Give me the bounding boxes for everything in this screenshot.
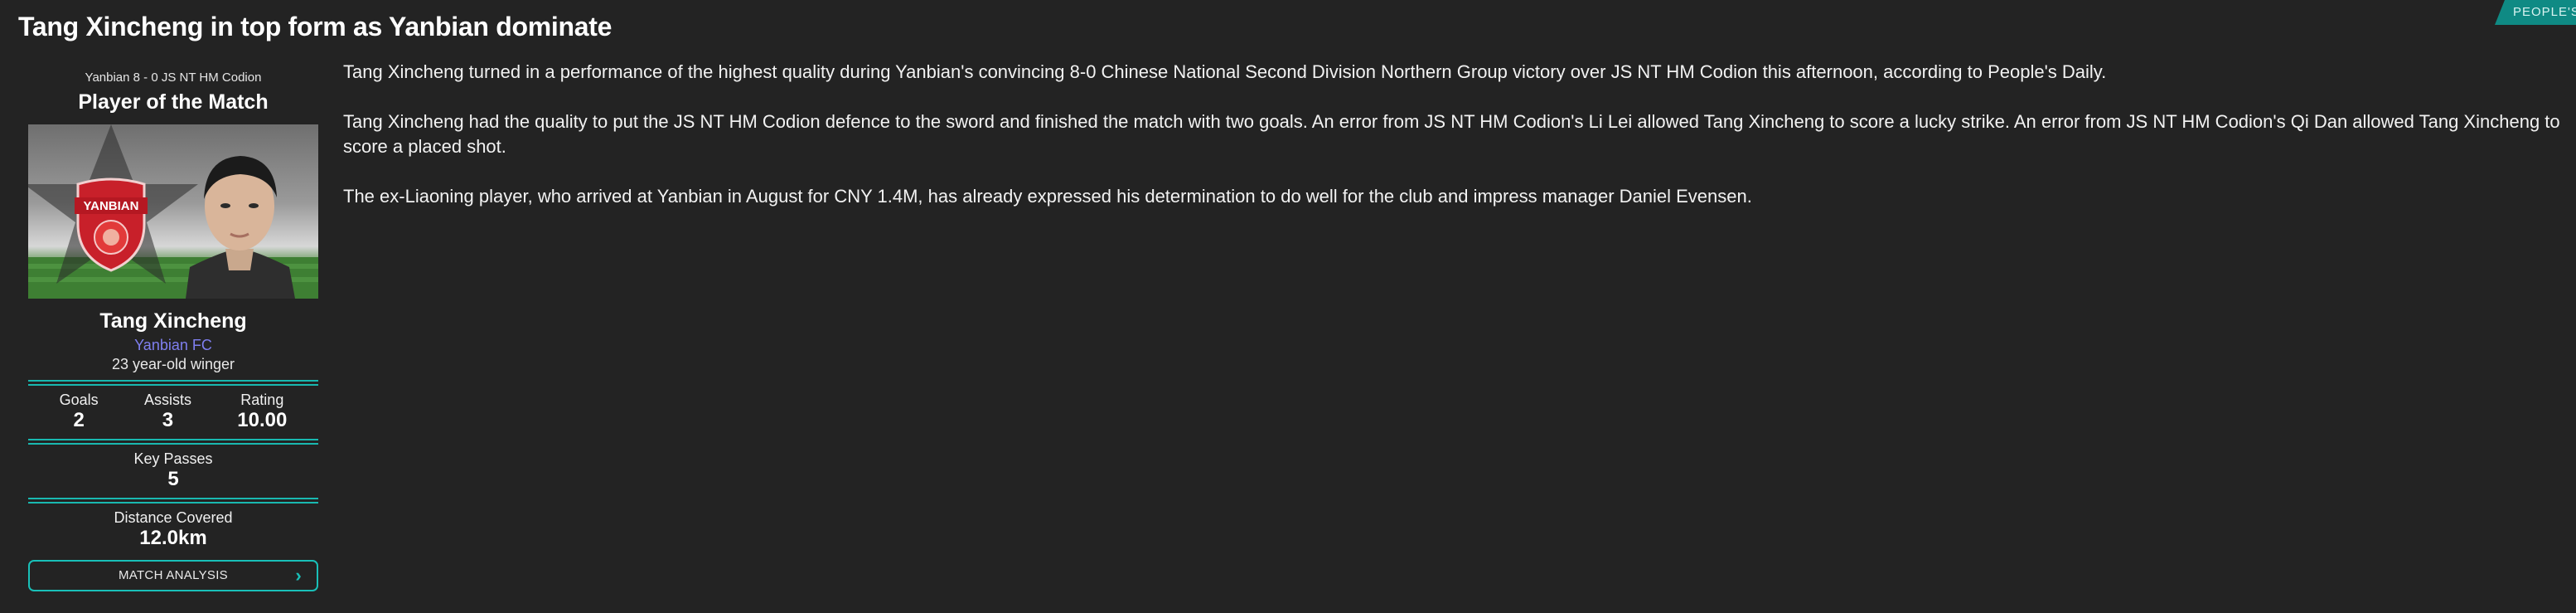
- badge-text: YANBIAN: [84, 199, 139, 213]
- stat-value: 2: [73, 409, 85, 431]
- source-tag[interactable]: PEOPLE'S DAILY: [2495, 0, 2576, 25]
- article-headline: Tang Xincheng in top form as Yanbian dom…: [18, 12, 613, 41]
- award-title: Player of the Match: [78, 90, 269, 114]
- stat-label: Assists: [143, 392, 191, 408]
- match-score-line: Yanbian 8 - 0 JS NT HM Codion: [85, 71, 262, 85]
- player-portrait-icon: [186, 156, 295, 299]
- stat-distance: Distance Covered 12.0km: [114, 508, 232, 550]
- stats-row-distance: Distance Covered 12.0km: [28, 508, 318, 550]
- news-article-page: Tang Xincheng in top form as Yanbian dom…: [0, 0, 2576, 613]
- player-name[interactable]: Tang Xincheng: [28, 309, 318, 333]
- player-photo-graphic: YANBIAN: [28, 124, 318, 299]
- stat-label: Key Passes: [133, 450, 213, 467]
- stats-divider: [28, 439, 318, 445]
- stats-row-key-passes: Key Passes 5: [28, 450, 318, 491]
- article-paragraph: The ex-Liaoning player, who arrived at Y…: [343, 186, 1752, 207]
- article-body: Tang Xincheng turned in a performance of…: [343, 60, 2573, 234]
- stat-value: 10.00: [237, 409, 288, 431]
- stat-value: 3: [162, 409, 174, 431]
- match-analysis-label: MATCH ANALYSIS: [118, 568, 228, 582]
- stat-goals: Goals 2: [60, 391, 99, 432]
- player-photo: YANBIAN: [28, 124, 318, 299]
- stats-divider: [28, 498, 318, 504]
- stat-assists: Assists 3: [144, 391, 191, 432]
- player-of-the-match-panel: Yanbian 8 - 0 JS NT HM Codion Player of …: [28, 70, 318, 591]
- stat-label: Rating: [240, 392, 284, 408]
- stat-label: Goals: [59, 392, 99, 408]
- match-analysis-button[interactable]: MATCH ANALYSIS ›: [28, 560, 318, 591]
- player-description: 23 year-old winger: [111, 356, 235, 372]
- stats-divider: [28, 380, 318, 386]
- chevron-right-icon: ›: [295, 565, 302, 586]
- article-paragraph: Tang Xincheng had the quality to put the…: [343, 111, 2560, 157]
- stat-value: 5: [167, 468, 179, 490]
- stat-key-passes: Key Passes 5: [133, 450, 212, 491]
- club-link[interactable]: Yanbian FC: [28, 335, 318, 355]
- article-paragraph: Tang Xincheng turned in a performance of…: [343, 61, 2107, 82]
- stat-rating: Rating 10.00: [237, 391, 287, 432]
- stat-value: 12.0km: [139, 527, 207, 549]
- stat-label: Distance Covered: [114, 509, 233, 526]
- stats-row-main: Goals 2 Assists 3 Rating 10.00: [28, 391, 318, 432]
